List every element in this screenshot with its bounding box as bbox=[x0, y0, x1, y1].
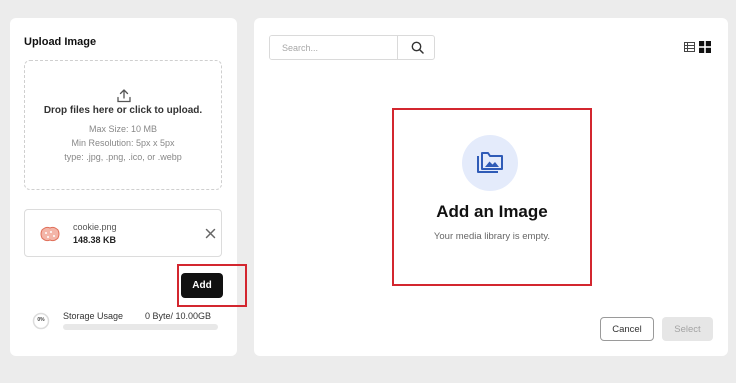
cookie-image-thumbnail bbox=[40, 226, 60, 242]
storage-percent: 0% bbox=[37, 317, 45, 323]
search-input[interactable] bbox=[270, 36, 397, 59]
image-folder-icon bbox=[477, 152, 503, 173]
media-library-panel: Add an Image Your media library is empty… bbox=[254, 18, 728, 356]
dropzone-text: Drop files here or click to upload. bbox=[43, 105, 203, 116]
storage-progress-bar bbox=[63, 324, 218, 330]
file-name: cookie.png bbox=[73, 222, 117, 232]
search-box bbox=[269, 35, 435, 60]
cancel-button[interactable]: Cancel bbox=[600, 317, 654, 341]
grid-view-icon[interactable] bbox=[699, 41, 711, 53]
empty-state-title: Add an Image bbox=[436, 202, 548, 221]
add-button[interactable]: Add bbox=[181, 273, 223, 298]
empty-state-icon-wrapper bbox=[462, 135, 518, 191]
storage-label: Storage Usage bbox=[63, 311, 124, 321]
storage-usage-ring: 0% bbox=[32, 312, 50, 330]
file-types-text: type: .jpg, .png, .ico, or .webp bbox=[64, 152, 182, 162]
file-size: 148.38 KB bbox=[73, 235, 117, 245]
upload-panel: Upload Image Drop files here or click to… bbox=[10, 18, 247, 356]
upload-icon bbox=[117, 89, 131, 103]
uploaded-file-card: cookie.png 148.38 KB bbox=[24, 209, 222, 257]
upload-dropzone[interactable]: Drop files here or click to upload. Max … bbox=[24, 60, 222, 190]
max-size-text: Max Size: 10 MB bbox=[88, 124, 158, 134]
search-icon bbox=[411, 41, 424, 54]
list-view-icon[interactable] bbox=[684, 42, 695, 52]
upload-title: Upload Image bbox=[24, 36, 97, 48]
close-icon[interactable] bbox=[205, 228, 216, 239]
min-resolution-text: Min Resolution: 5px x 5px bbox=[71, 138, 175, 148]
search-button[interactable] bbox=[397, 36, 434, 59]
storage-value: 0 Byte/ 10.00GB bbox=[145, 311, 212, 321]
select-button[interactable]: Select bbox=[662, 317, 713, 341]
empty-state-subtitle: Your media library is empty. bbox=[433, 231, 551, 242]
